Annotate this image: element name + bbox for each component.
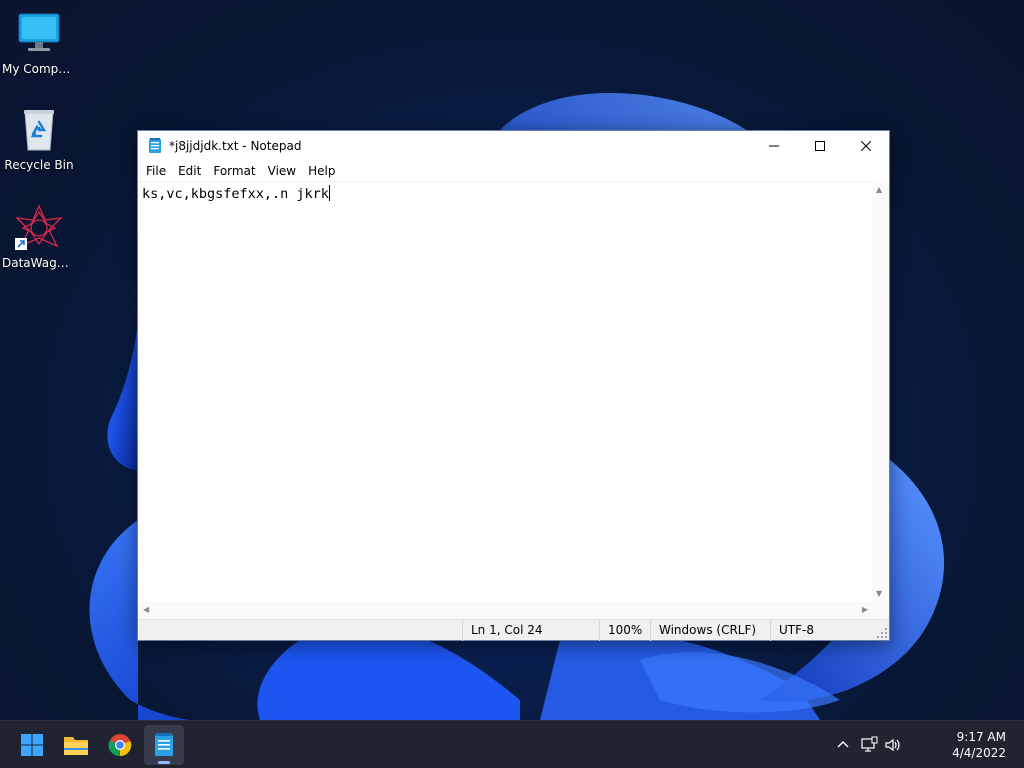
taskbar-clock[interactable]: 9:17 AM 4/4/2022	[936, 729, 1006, 761]
scroll-right-icon[interactable]: ▶	[862, 605, 868, 614]
text-editor-area[interactable]: ks,vc,kbgsfefxx,.n jkrk	[138, 181, 873, 602]
scroll-left-icon[interactable]: ◀	[143, 605, 149, 614]
taskbar-file-explorer[interactable]	[56, 725, 96, 765]
scrollbar-corner	[872, 602, 889, 619]
monitor-icon	[15, 10, 63, 58]
resize-grip-icon[interactable]	[877, 628, 887, 638]
taskbar-chrome[interactable]	[100, 725, 140, 765]
desktop-icon-my-computer[interactable]: My Computer	[2, 10, 76, 76]
desktop-icon-datawagon[interactable]: DataWagon...	[2, 204, 76, 270]
notepad-icon	[155, 733, 173, 756]
datawagon-app-icon	[15, 204, 63, 252]
minimize-button[interactable]	[751, 131, 797, 161]
menu-format[interactable]: Format	[207, 161, 261, 181]
close-icon	[861, 141, 871, 151]
system-tray: 9:17 AM 4/4/2022	[824, 721, 1024, 768]
editor-text: ks,vc,kbgsfefxx,.n jkrk	[142, 186, 329, 202]
volume-icon[interactable]	[884, 736, 902, 754]
clock-date: 4/4/2022	[952, 746, 1006, 760]
start-button[interactable]	[12, 725, 52, 765]
chevron-up-icon[interactable]	[834, 736, 852, 754]
zoom-level: 100%	[599, 620, 649, 641]
line-ending: Windows (CRLF)	[650, 620, 770, 641]
taskbar-notepad[interactable]	[144, 725, 184, 765]
notepad-icon	[149, 138, 161, 153]
taskbar: 9:17 AM 4/4/2022	[0, 720, 1024, 768]
recycle-bin-icon	[15, 106, 63, 154]
cursor-position: Ln 1, Col 24	[462, 620, 598, 641]
notepad-window[interactable]: *j8jjdjdk.txt - Notepad File Edit Format…	[137, 130, 890, 641]
vertical-scrollbar[interactable]: ▲ ▼	[872, 181, 889, 602]
network-icon[interactable]	[860, 736, 878, 754]
text-caret	[328, 185, 330, 201]
desktop-icon-label: DataWagon...	[2, 256, 76, 270]
close-button[interactable]	[843, 131, 889, 161]
clock-time: 9:17 AM	[956, 730, 1006, 744]
file-explorer-icon	[64, 737, 88, 755]
encoding: UTF-8	[770, 620, 870, 641]
window-title: *j8jjdjdk.txt - Notepad	[169, 139, 302, 153]
minimize-icon	[769, 145, 779, 147]
menu-help[interactable]: Help	[302, 161, 341, 181]
horizontal-scrollbar[interactable]: ◀ ▶	[138, 602, 873, 619]
desktop-icon-label: My Computer	[2, 62, 76, 76]
maximize-icon	[815, 141, 825, 151]
menu-edit[interactable]: Edit	[172, 161, 207, 181]
status-bar: Ln 1, Col 24 100% Windows (CRLF) UTF-8	[138, 619, 889, 641]
chrome-icon	[108, 734, 132, 757]
desktop-icon-recycle-bin[interactable]: Recycle Bin	[2, 106, 76, 172]
scroll-up-icon[interactable]: ▲	[876, 185, 882, 194]
menu-view[interactable]: View	[262, 161, 302, 181]
desktop-icon-label: Recycle Bin	[4, 158, 74, 172]
title-bar[interactable]: *j8jjdjdk.txt - Notepad	[138, 131, 889, 161]
menu-file[interactable]: File	[140, 161, 172, 181]
menu-bar: File Edit Format View Help	[138, 161, 889, 181]
maximize-button[interactable]	[797, 131, 843, 161]
scroll-down-icon[interactable]: ▼	[876, 589, 882, 598]
start-icon	[21, 734, 43, 756]
